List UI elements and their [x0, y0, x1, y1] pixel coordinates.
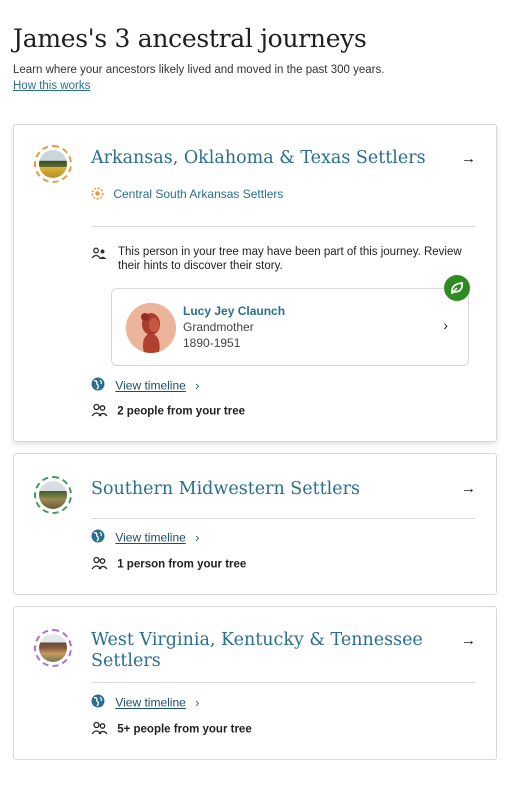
view-timeline-link[interactable]: View timeline › [91, 694, 200, 711]
chevron-right-icon: › [195, 695, 200, 710]
region-label: Central South Arkansas Settlers [113, 187, 284, 202]
person-card[interactable]: Lucy Jey Claunch Grandmother 1890-1951 › [111, 288, 469, 366]
divider [91, 226, 476, 227]
people-icon [91, 403, 108, 420]
globe-icon [91, 694, 105, 711]
tree-hint-text: This person in your tree may have been p… [118, 246, 462, 272]
journey-card: Southern Midwestern Settlers → View time… [13, 453, 497, 595]
divider [91, 682, 476, 683]
chevron-right-icon: › [195, 378, 200, 393]
view-timeline-link[interactable]: View timeline › [91, 529, 200, 546]
arrow-right-icon[interactable]: → [461, 480, 476, 497]
arrow-right-icon[interactable]: → [461, 150, 476, 167]
journey-card: West Virginia, Kentucky & Tennessee Sett… [13, 606, 497, 760]
journey-photo-icon [34, 476, 72, 514]
journey-photo-icon [34, 145, 72, 183]
region-link[interactable]: Central South Arkansas Settlers [91, 187, 283, 203]
people-count: 2 people from your tree [91, 403, 245, 420]
people-count: 1 person from your tree [91, 556, 246, 573]
divider [91, 518, 476, 519]
leaf-hint-icon[interactable] [444, 275, 470, 301]
people-count-label: 1 person from your tree [117, 558, 247, 571]
region-marker-icon [91, 187, 104, 203]
chevron-right-icon: › [443, 317, 448, 333]
tree-hint: This person in your tree may have been p… [91, 245, 476, 273]
person-name: Lucy Jey Claunch [183, 304, 286, 318]
page-subtitle: Learn where your ancestors likely lived … [13, 64, 385, 76]
view-timeline-label: View timeline [115, 530, 186, 545]
people-count-label: 2 people from your tree [117, 405, 246, 418]
page-title: James's 3 ancestral journeys [13, 24, 367, 53]
view-timeline-link[interactable]: View timeline › [91, 377, 200, 394]
avatar [126, 303, 176, 353]
people-count: 5+ people from your tree [91, 721, 252, 738]
person-years: 1890-1951 [183, 336, 241, 350]
people-count-label: 5+ people from your tree [117, 723, 252, 736]
people-icon [91, 721, 108, 738]
view-timeline-label: View timeline [115, 695, 186, 710]
journey-title[interactable]: Arkansas, Oklahoma & Texas Settlers [91, 148, 431, 169]
globe-icon [91, 377, 105, 394]
journey-title[interactable]: Southern Midwestern Settlers [91, 479, 431, 500]
view-timeline-label: View timeline [115, 378, 186, 393]
people-icon [91, 556, 108, 573]
journey-photo-icon [34, 629, 72, 667]
person-relation: Grandmother [183, 320, 254, 334]
arrow-right-icon[interactable]: → [461, 632, 476, 649]
people-icon [91, 247, 108, 264]
chevron-right-icon: › [195, 530, 200, 545]
globe-icon [91, 529, 105, 546]
journey-card: Arkansas, Oklahoma & Texas Settlers → Ce… [13, 124, 497, 442]
how-this-works-link[interactable]: How this works [13, 80, 90, 92]
journey-title[interactable]: West Virginia, Kentucky & Tennessee Sett… [91, 630, 431, 672]
